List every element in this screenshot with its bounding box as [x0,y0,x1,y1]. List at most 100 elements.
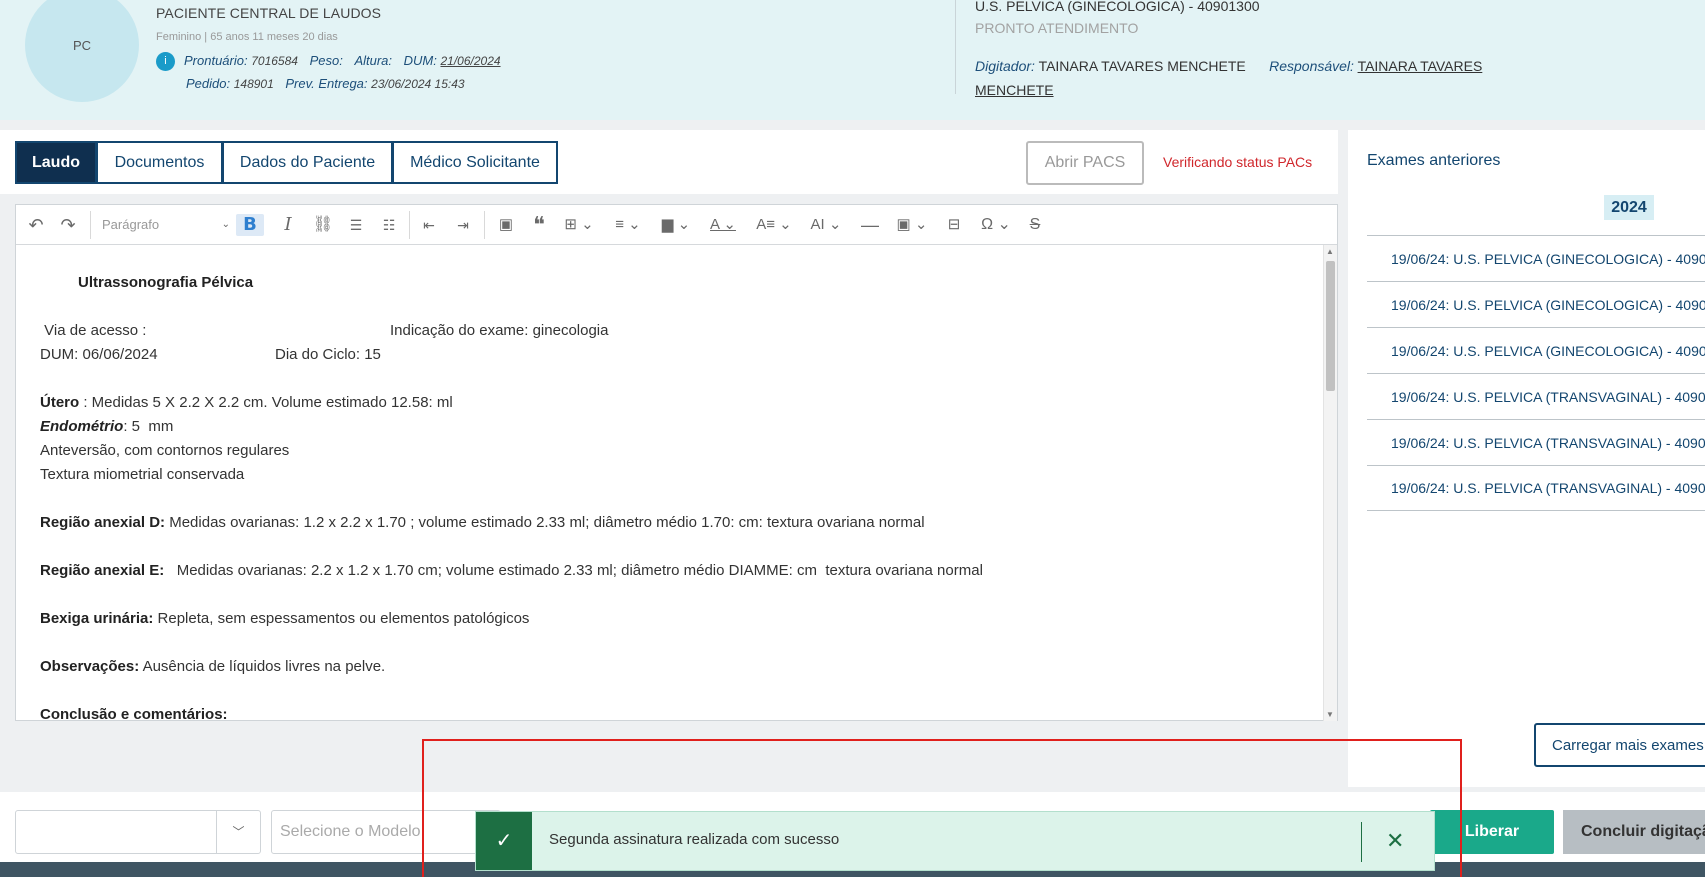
italic-icon[interactable]: I [278,214,298,236]
editor-scrollbar[interactable]: ▲ ▼ [1323,245,1337,721]
strikethrough-icon[interactable]: S [1024,214,1046,236]
report-anexial-d: Região anexial D: Medidas ovarianas: 1.2… [40,514,925,531]
align-icon[interactable]: ≡ ⌄ [610,214,646,236]
tabs-bar: Laudo Documentos Dados do Paciente Médic… [0,130,1338,194]
previous-exams-list: 19/06/24: U.S. PELVICA (GINECOLOGICA) - … [1367,235,1705,511]
success-toast: ✓ Segunda assinatura realizada com suces… [475,811,1435,871]
digitador-label: Digitador: [975,58,1035,74]
bold-icon[interactable]: B [236,214,264,236]
entrega-value: 23/06/2024 15:43 [371,77,465,91]
previous-exam-item[interactable]: 19/06/24: U.S. PELVICA (TRANSVAGINAL) - … [1367,373,1705,419]
page-break-icon[interactable]: ⊟ [942,214,966,236]
tab-dados-do-paciente[interactable]: Dados do Paciente [222,141,393,184]
editor-content[interactable]: Ultrassonografia Pélvica Via de acesso :… [16,245,1322,721]
report-editor: ↶ ↷ Parágrafo ⌄ B I ⛓ ☰ ☷ ⇤ ⇥ ▣ ❝ ⊞ ⌄ ≡ ⌄… [15,204,1338,721]
image-upload-icon[interactable]: ▣ ⌄ [892,214,932,236]
toolbar-separator [409,211,410,239]
concluir-digitacao-button[interactable]: Concluir digitação [1563,810,1705,854]
previous-exam-item[interactable]: 19/06/24: U.S. PELVICA (TRANSVAGINAL) - … [1367,465,1705,511]
liberar-button[interactable]: Liberar [1430,810,1554,854]
toolbar-separator [484,211,485,239]
previous-exams-title: Exames anteriores [1367,152,1501,169]
header-divider [955,0,956,94]
font-color-icon[interactable]: A ⌄ [706,214,740,236]
pedido-value: 148901 [233,77,274,91]
responsavel-label: Responsável: [1269,58,1354,74]
special-characters-icon[interactable]: Ω ⌄ [978,214,1014,236]
scroll-up-icon[interactable]: ▲ [1326,247,1334,256]
digitador-value: TAINARA TAVARES MENCHETE [1038,58,1246,74]
redo-icon[interactable]: ↷ [58,214,78,236]
prontuario-label: Prontuário: [184,53,248,68]
entrega-label: Prev. Entrega: [285,76,368,91]
previous-exams-panel: Exames anteriores 2024 19/06/24: U.S. PE… [1348,130,1705,787]
patient-subtitle: Feminino | 65 anos 11 meses 20 dias [156,31,338,43]
report-utero: Útero : Medidas 5 X 2.2 X 2.2 cm. Volume… [40,394,453,411]
avatar: PC [25,0,139,102]
font-size-icon[interactable]: A≡ ⌄ [754,214,794,236]
report-anexial-e: Região anexial E: Medidas ovarianas: 2.2… [40,562,983,579]
exam-title: U.S. PELVICA (GINECOLOGICA) - 40901300 [975,0,1260,14]
report-indicacao: Indicação do exame: ginecologia [390,322,609,339]
link-icon[interactable]: ⛓ [312,214,334,236]
chevron-down-icon: ⌄ [221,219,230,230]
exam-staff: Digitador: TAINARA TAVARES MENCHETE Resp… [975,54,1515,102]
dum-label: DUM: [403,53,437,68]
report-endometrio: Endométrio: 5 mm [40,418,174,435]
peso-label: Peso: [309,53,343,68]
blockquote-icon[interactable]: ❝ [528,214,550,236]
previous-exam-item[interactable]: 19/06/24: U.S. PELVICA (TRANSVAGINAL) - … [1367,419,1705,465]
pedido-label: Pedido: [186,76,231,91]
bulleted-list-icon[interactable]: ☰ [344,214,368,236]
undo-icon[interactable]: ↶ [26,214,46,236]
check-icon: ✓ [476,812,532,870]
toolbar-separator [90,211,91,239]
tab-medico-solicitante[interactable]: Médico Solicitante [392,141,558,184]
report-ciclo: Dia do Ciclo: 15 [275,346,381,363]
highlight-icon[interactable]: ▆ ⌄ [659,214,693,236]
open-pacs-button[interactable]: Abrir PACS [1026,141,1144,185]
chevron-down-icon[interactable]: ﹀ [216,811,260,853]
report-conclusao: Conclusão e comentários: [40,706,228,721]
toast-divider [1361,822,1362,862]
main-panel: Laudo Documentos Dados do Paciente Médic… [0,130,1338,730]
toast-message: Segunda assinatura realizada com sucesso [549,831,840,848]
pacs-status: Verificando status PACs [1163,154,1313,170]
scroll-down-icon[interactable]: ▼ [1326,710,1334,719]
patient-header: PC PACIENTE CENTRAL DE LAUDOS Feminino |… [0,0,1705,120]
editor-toolbar: ↶ ↷ Parágrafo ⌄ B I ⛓ ☰ ☷ ⇤ ⇥ ▣ ❝ ⊞ ⌄ ≡ ⌄… [16,205,1337,245]
prontuario-value: 7016584 [251,54,298,68]
exam-subtitle: PRONTO ATENDIMENTO [975,20,1139,36]
tab-laudo[interactable]: Laudo [15,141,97,184]
numbered-list-icon[interactable]: ☷ [378,214,400,236]
signature-select[interactable]: ﹀ [15,810,261,854]
report-textura: Textura miometrial conservada [40,466,245,483]
tab-documentos[interactable]: Documentos [96,141,223,184]
patient-details-row2: Pedido: 148901 Prev. Entrega: 23/06/2024… [186,76,473,91]
previous-exam-item[interactable]: 19/06/24: U.S. PELVICA (GINECOLOGICA) - … [1367,235,1705,281]
patient-name: PACIENTE CENTRAL DE LAUDOS [156,5,382,21]
paragraph-select[interactable]: Parágrafo ⌄ [102,214,232,236]
paragraph-select-label: Parágrafo [102,217,160,232]
insert-image-icon[interactable]: ▣ [494,214,518,236]
info-icon[interactable]: i [156,52,175,71]
close-icon[interactable]: ✕ [1386,828,1404,854]
year-badge[interactable]: 2024 [1604,195,1654,220]
report-anteversao: Anteversão, com contornos regulares [40,442,290,459]
scrollbar-thumb[interactable] [1326,261,1335,391]
indent-icon[interactable]: ⇥ [452,214,474,236]
dum-value: 21/06/2024 [440,54,501,68]
previous-exam-item[interactable]: 19/06/24: U.S. PELVICA (GINECOLOGICA) - … [1367,327,1705,373]
patient-details-row1: Prontuário: 7016584 Peso: Altura: DUM: 2… [184,53,509,68]
previous-exam-item[interactable]: 19/06/24: U.S. PELVICA (GINECOLOGICA) - … [1367,281,1705,327]
template-select[interactable]: Selecione o Modelo ﹀ [271,810,501,854]
load-more-button[interactable]: Carregar mais exames [1534,723,1705,767]
horizontal-line-icon[interactable]: — [859,214,881,236]
altura-label: Altura: [354,53,393,68]
outdent-icon[interactable]: ⇤ [418,214,440,236]
report-bexiga: Bexiga urinária: Repleta, sem espessamen… [40,610,530,627]
font-family-icon[interactable]: AI ⌄ [804,214,848,236]
report-via-acesso: Via de acesso : [40,322,147,339]
table-icon[interactable]: ⊞ ⌄ [562,214,596,236]
report-observacoes: Observações: Ausência de líquidos livres… [40,658,386,675]
